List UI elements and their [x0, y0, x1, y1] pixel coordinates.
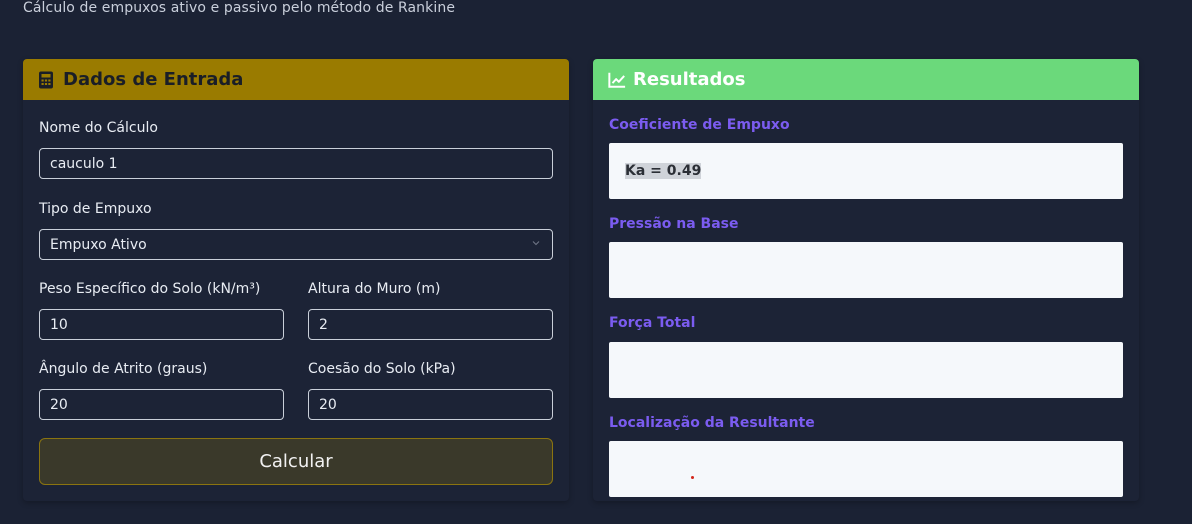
force-label: Força Total	[609, 315, 696, 331]
type-label: Tipo de Empuxo	[39, 201, 152, 217]
angle-input[interactable]: 20	[39, 389, 284, 420]
input-card: Dados de Entrada Nome do Cálculo cauculo…	[23, 59, 569, 501]
input-card-header: Dados de Entrada	[23, 59, 569, 100]
cursor-marker	[691, 476, 694, 479]
cohesion-label: Coesão do Solo (kPa)	[308, 361, 456, 377]
cohesion-input-value: 20	[319, 396, 337, 413]
coef-result-box: Ka = 0.49	[609, 143, 1123, 199]
page-subtitle: Cálculo de empuxos ativo e passivo pelo …	[23, 0, 456, 16]
angle-input-value: 20	[50, 396, 68, 413]
chevron-down-icon	[532, 241, 540, 246]
weight-input-value: 10	[50, 316, 68, 333]
results-card-title: Resultados	[633, 69, 746, 90]
name-input-value: cauculo 1	[50, 155, 118, 172]
name-label: Nome do Cálculo	[39, 120, 158, 136]
line-chart-icon	[608, 71, 626, 89]
location-result-box	[609, 441, 1123, 497]
name-input[interactable]: cauculo 1	[39, 148, 553, 179]
height-label: Altura do Muro (m)	[308, 281, 441, 297]
height-input-value: 2	[319, 316, 328, 333]
calculator-icon	[38, 71, 56, 89]
weight-label: Peso Específico do Solo (kN/m³)	[39, 281, 261, 297]
pressure-label: Pressão na Base	[609, 216, 739, 232]
results-card: Resultados Coeficiente de Empuxo Ka = 0.…	[593, 59, 1139, 501]
coef-result-value: Ka = 0.49	[625, 163, 702, 179]
location-label: Localização da Resultante	[609, 415, 815, 431]
weight-input[interactable]: 10	[39, 309, 284, 340]
cohesion-input[interactable]: 20	[308, 389, 553, 420]
pressure-result-box	[609, 242, 1123, 298]
type-select-value: Empuxo Ativo	[50, 236, 147, 253]
input-card-title: Dados de Entrada	[63, 69, 244, 90]
height-input[interactable]: 2	[308, 309, 553, 340]
coef-label: Coeficiente de Empuxo	[609, 117, 790, 133]
angle-label: Ângulo de Atrito (graus)	[39, 361, 208, 377]
type-select[interactable]: Empuxo Ativo	[39, 229, 553, 260]
results-card-header: Resultados	[593, 59, 1139, 100]
calculate-button[interactable]: Calcular	[39, 438, 553, 485]
force-result-box	[609, 342, 1123, 398]
